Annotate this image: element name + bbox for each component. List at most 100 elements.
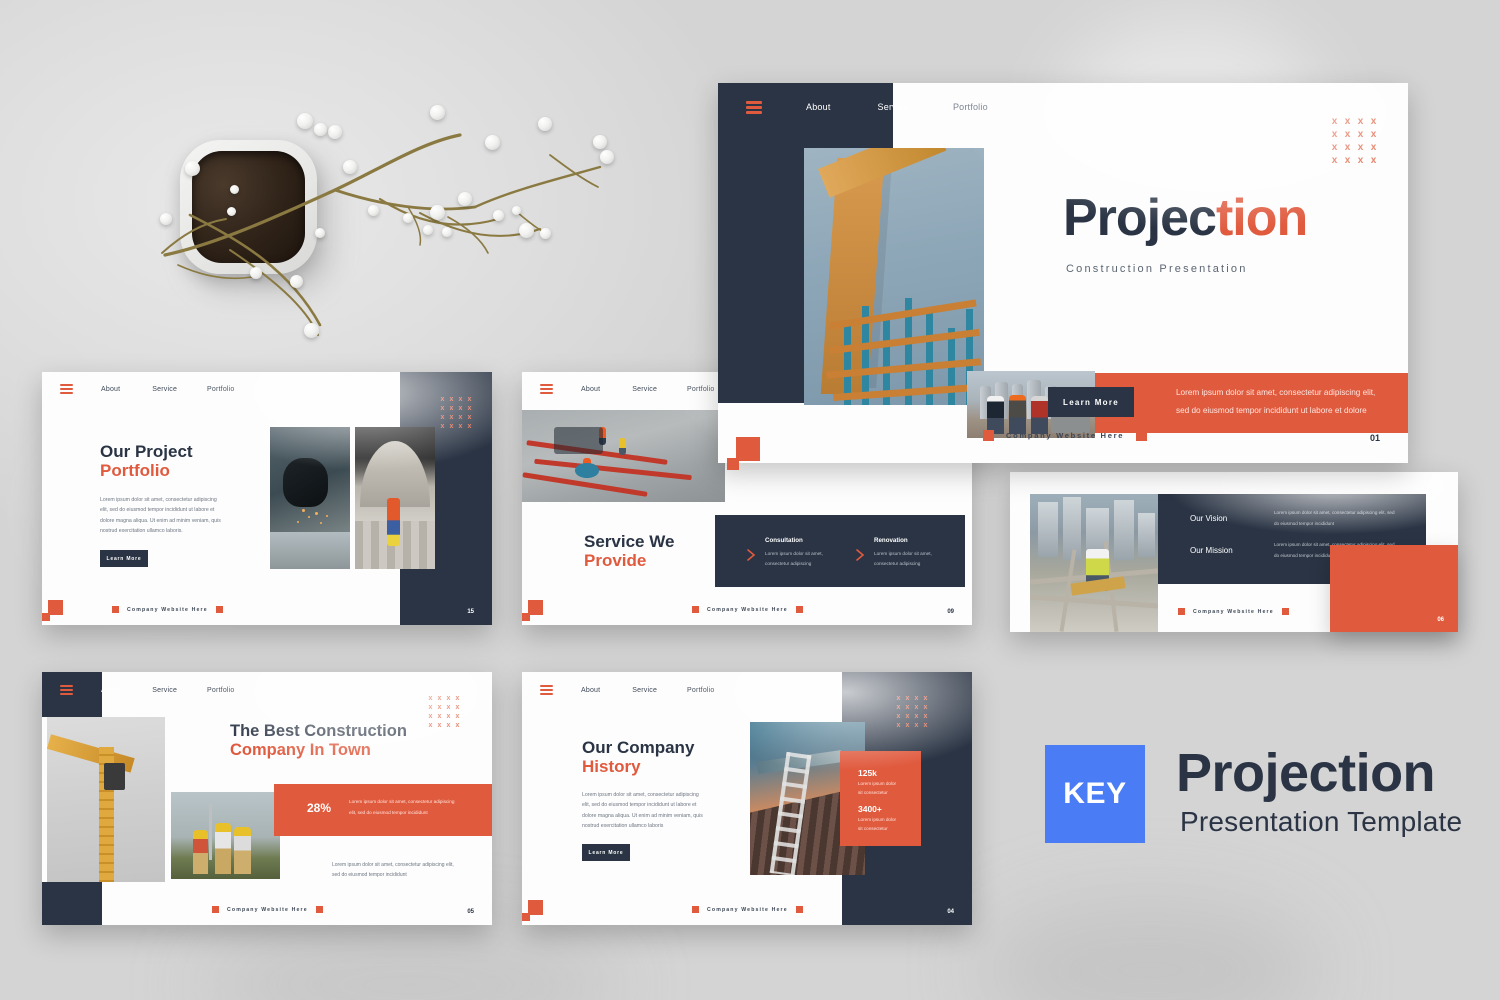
hamburger-icon[interactable] bbox=[540, 685, 553, 695]
footer: Company Website Here bbox=[112, 606, 223, 613]
key-badge-label: KEY bbox=[1063, 777, 1127, 810]
page-number: 15 bbox=[467, 609, 474, 615]
key-badge: KEY bbox=[1045, 745, 1145, 843]
best-note-line2: sed do eiusmod tempor incididunt bbox=[332, 872, 407, 878]
vision-row-1-label: Our Mission bbox=[1190, 546, 1233, 555]
hamburger-icon[interactable] bbox=[540, 384, 553, 394]
berry bbox=[540, 228, 551, 239]
nav-item-service[interactable]: Service bbox=[152, 386, 177, 393]
page-number: 06 bbox=[1437, 617, 1444, 623]
vision-slide-orange-block: 06 bbox=[1330, 545, 1458, 632]
berry bbox=[538, 117, 552, 131]
hamburger-icon[interactable] bbox=[60, 685, 73, 695]
nav-item-about[interactable]: About bbox=[101, 687, 120, 694]
footer-square bbox=[983, 430, 994, 441]
nav-item-service[interactable]: Service bbox=[152, 687, 177, 694]
navbar: About Service Portfolio bbox=[540, 685, 715, 695]
berry bbox=[297, 113, 313, 129]
nav-item-about[interactable]: About bbox=[581, 687, 600, 694]
hero-title-dark: Projec bbox=[1063, 189, 1217, 247]
history-body-text: Lorem ipsum dolor sit amet, consectetur … bbox=[582, 792, 703, 830]
slide-best-construction[interactable]: About Service Portfolio xxxx xxxx xxxx x… bbox=[42, 672, 492, 925]
nav-item-about[interactable]: About bbox=[806, 102, 831, 112]
footer: Company Website Here bbox=[692, 906, 803, 913]
berry bbox=[403, 213, 413, 223]
photo-welding bbox=[270, 427, 350, 569]
portfolio-body-text: Lorem ipsum dolor sit amet, consectetur … bbox=[100, 497, 221, 535]
berry bbox=[230, 185, 239, 194]
footer-text: Company Website Here bbox=[127, 606, 208, 613]
history-stat-0-value: 125k bbox=[858, 768, 877, 778]
footer-square bbox=[1178, 608, 1185, 615]
vision-row-0-label: Our Vision bbox=[1190, 514, 1228, 523]
nav-item-service[interactable]: Service bbox=[632, 687, 657, 694]
backdrop-shadow-blob bbox=[200, 930, 620, 1000]
berry bbox=[485, 135, 500, 150]
footer-square bbox=[795, 606, 803, 613]
photo-tall-crane bbox=[47, 717, 165, 882]
nav-item-portfolio[interactable]: Portfolio bbox=[687, 386, 714, 393]
chevron-right-icon bbox=[856, 549, 865, 561]
branch-svg bbox=[161, 133, 602, 336]
page-number: 05 bbox=[467, 909, 474, 915]
brand-title: Projection bbox=[1176, 743, 1436, 803]
service-item-0-name: Consultation bbox=[765, 537, 803, 544]
slide-company-history[interactable]: About Service Portfolio xxxx xxxx xxxx x… bbox=[522, 672, 972, 925]
nav-item-service[interactable]: Service bbox=[632, 386, 657, 393]
hamburger-icon[interactable] bbox=[60, 384, 73, 394]
berry bbox=[519, 223, 534, 238]
photo-tunnel bbox=[355, 427, 435, 569]
vision-row-0-desc1: Lorem ipsum dolor sit amet, consectetur … bbox=[1274, 510, 1395, 515]
hero-learn-more-button[interactable]: Learn More bbox=[1048, 387, 1134, 417]
footer-square bbox=[212, 906, 219, 913]
slide-portfolio[interactable]: About Service Portfolio xxxx xxxx xxxx x… bbox=[42, 372, 492, 625]
best-stat-value: 28% bbox=[307, 801, 332, 815]
history-learn-more-button[interactable]: Learn More bbox=[582, 844, 630, 861]
portfolio-learn-more-button[interactable]: Learn More bbox=[100, 550, 148, 567]
footer-text: Company Website Here bbox=[707, 606, 788, 613]
hero-banner-line1: Lorem ipsum dolor sit amet, consectetur … bbox=[1176, 388, 1376, 397]
berry bbox=[314, 123, 327, 136]
page-number: 01 bbox=[1369, 433, 1380, 443]
footer-square bbox=[112, 606, 119, 613]
navbar: About Service Portfolio bbox=[60, 384, 235, 394]
slide-hero[interactable]: About Service Portfolio xxxx xxxx xxxx x… bbox=[718, 83, 1408, 463]
nav-item-about[interactable]: About bbox=[101, 386, 120, 393]
portfolio-title-line1: Our Project bbox=[100, 442, 193, 461]
nav-item-service[interactable]: Service bbox=[878, 102, 909, 112]
best-note-line1: Lorem ipsum dolor sit amet, consectetur … bbox=[332, 862, 454, 868]
slide-best-corner-block bbox=[42, 882, 102, 925]
best-stat-line1: Lorem ipsum dolor sit amet, consectetur … bbox=[349, 799, 455, 804]
nav-item-portfolio[interactable]: Portfolio bbox=[207, 687, 234, 694]
berry bbox=[430, 205, 445, 220]
page-number: 09 bbox=[947, 609, 954, 615]
backdrop-shadow-blob bbox=[980, 900, 1320, 1000]
nav-item-portfolio[interactable]: Portfolio bbox=[687, 687, 714, 694]
hero-accent-square-small bbox=[727, 458, 739, 470]
berry bbox=[423, 225, 433, 235]
berry bbox=[458, 192, 472, 206]
footer-square bbox=[692, 606, 699, 613]
berry bbox=[368, 205, 379, 216]
berry bbox=[593, 135, 607, 149]
page-number: 04 bbox=[947, 909, 954, 915]
nav-item-portfolio[interactable]: Portfolio bbox=[953, 102, 988, 112]
berry bbox=[185, 161, 200, 176]
nav-item-portfolio[interactable]: Portfolio bbox=[207, 386, 234, 393]
berry bbox=[430, 105, 445, 120]
nav-item-about[interactable]: About bbox=[581, 386, 600, 393]
photo-workers-helmets bbox=[171, 792, 280, 879]
portfolio-title-line2: Portfolio bbox=[100, 461, 170, 480]
navbar: About Service Portfolio bbox=[746, 101, 988, 114]
service-item-0-desc1: Lorem ipsum dolor sit amet, bbox=[765, 551, 823, 556]
branding-block: KEY Projection Presentation Template bbox=[1040, 740, 1470, 850]
hero-title-orange: tion bbox=[1215, 189, 1308, 247]
corner-square-small bbox=[522, 913, 530, 921]
photo-city-worker bbox=[1030, 494, 1158, 632]
navbar: About Service Portfolio bbox=[540, 384, 715, 394]
berry bbox=[600, 150, 614, 164]
hamburger-icon[interactable] bbox=[746, 101, 762, 114]
hero-banner-line2: sed do eiusmod tempor incididunt ut labo… bbox=[1176, 406, 1367, 415]
footer-text: Company Website Here bbox=[1006, 431, 1125, 440]
x-pattern-decoration: xxxx xxxx xxxx xxxx bbox=[428, 695, 460, 729]
